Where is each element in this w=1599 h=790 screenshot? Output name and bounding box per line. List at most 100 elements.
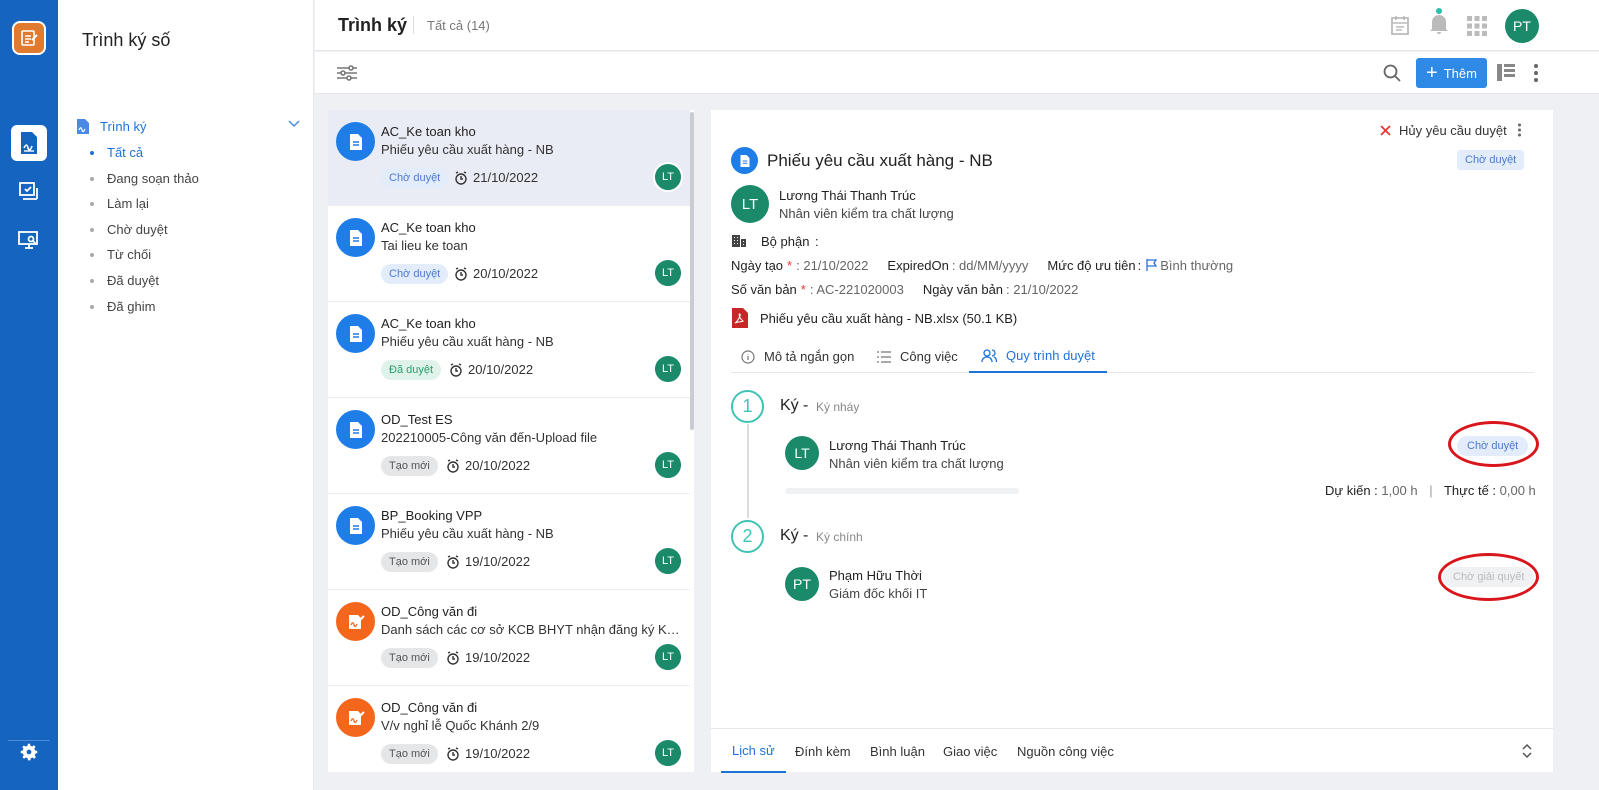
- nav-group-label: Trình ký: [100, 118, 147, 134]
- tab-approval-workflow[interactable]: Quy trình duyệt: [969, 340, 1107, 373]
- list-item[interactable]: OD_Công văn đi Danh sách các cơ sở KCB B…: [328, 590, 690, 686]
- list-item[interactable]: AC_Ke toan kho Phiếu yêu cầu xuất hàng -…: [328, 110, 690, 206]
- nav-item-da-duyet[interactable]: Đã duyệt: [88, 270, 199, 296]
- avatar: LT: [653, 642, 683, 672]
- status-badge: Chờ duyệt: [381, 168, 449, 188]
- list-item-code: AC_Ke toan kho: [381, 220, 476, 235]
- attachment-link[interactable]: Phiếu yêu cầu xuất hàng - NB.xlsx (50.1 …: [731, 307, 1017, 329]
- sign-document-icon: [336, 602, 375, 641]
- list-item[interactable]: BP_Booking VPP Phiếu yêu cầu xuất hàng -…: [328, 494, 690, 590]
- approver-name: Phạm Hữu Thời: [829, 568, 922, 583]
- filter-sliders-icon[interactable]: [337, 65, 357, 81]
- user-avatar[interactable]: PT: [1505, 9, 1539, 43]
- list-item-title: Tai lieu ke toan: [381, 238, 468, 253]
- flag-icon: [1146, 259, 1158, 271]
- alarm-clock-icon: [455, 266, 467, 281]
- list-item[interactable]: OD_Test ES 202210005-Công văn đến-Upload…: [328, 398, 690, 494]
- priority-value: Bình thường: [1160, 258, 1234, 273]
- module-title: Trình ký số: [82, 30, 171, 50]
- list-item-code: OD_Công văn đi: [381, 700, 478, 715]
- alarm-clock-icon: [447, 746, 459, 761]
- list-item-date: 20/10/2022: [446, 458, 530, 473]
- step-connector: [747, 424, 749, 518]
- nav-items: Tất cả Đang soạn thảo Làm lại Chờ duyệt …: [88, 142, 199, 321]
- alarm-clock-icon: [447, 458, 459, 473]
- signing-module-icon[interactable]: [11, 125, 47, 161]
- nav-item-cho-duyet[interactable]: Chờ duyệt: [88, 219, 199, 245]
- users-icon: [981, 348, 997, 362]
- view-toggle-icon[interactable]: [1497, 64, 1515, 81]
- alarm-clock-icon: [447, 554, 459, 569]
- list-icon: [877, 350, 891, 363]
- step-title: Ký: [780, 527, 799, 544]
- cancel-request-button[interactable]: Hủy yêu cầu duyệt: [1380, 123, 1507, 138]
- monitor-module-icon[interactable]: [11, 222, 47, 258]
- creator-avatar: LT: [731, 185, 769, 223]
- docno-label: Số văn bản: [731, 282, 797, 297]
- step-subtitle: Ký chính: [816, 530, 863, 544]
- tab-task-source[interactable]: Nguồn công việc: [1017, 729, 1114, 773]
- settings-gear-icon[interactable]: [11, 734, 47, 770]
- building-icon: [732, 235, 746, 247]
- detail-more-icon[interactable]: [1517, 123, 1522, 137]
- approval-module-icon[interactable]: [11, 174, 47, 210]
- docno-value: : AC-221020003: [809, 282, 904, 297]
- avatar: LT: [653, 258, 683, 288]
- dept-value: :: [815, 234, 819, 249]
- notification-bell-icon[interactable]: [1428, 8, 1450, 36]
- approver-avatar: LT: [785, 436, 819, 470]
- list-item-title: Phiếu yêu cầu xuất hàng - NB: [381, 142, 554, 157]
- list-item-date: 21/10/2022: [454, 170, 538, 185]
- nav-item-lam-lai[interactable]: Làm lại: [88, 193, 199, 219]
- apps-grid-icon[interactable]: [1467, 16, 1487, 36]
- nav-item-da-ghim[interactable]: Đã ghim: [88, 296, 199, 322]
- expand-collapse-icon[interactable]: [1521, 743, 1533, 759]
- created-value: : 21/10/2022: [796, 258, 869, 273]
- list-item[interactable]: AC_Ke toan kho Phiếu yêu cầu xuất hàng -…: [328, 302, 690, 398]
- document-list: AC_Ke toan kho Phiếu yêu cầu xuất hàng -…: [328, 110, 694, 772]
- nav-group-trinh-ky[interactable]: Trình ký: [76, 116, 306, 136]
- document-icon: [336, 506, 375, 545]
- tab-attachments[interactable]: Đính kèm: [795, 729, 851, 773]
- more-vertical-icon[interactable]: [1533, 64, 1539, 82]
- creator-name: Lương Thái Thanh Trúc: [779, 188, 916, 203]
- highlight-circle: [1448, 421, 1539, 467]
- app-logo[interactable]: [12, 21, 46, 55]
- list-item[interactable]: OD_Công văn đi V/v nghỉ lễ Quốc Khánh 2/…: [328, 686, 690, 772]
- progress-bar: [785, 488, 1019, 494]
- info-icon: [741, 349, 755, 364]
- pdf-file-icon: [732, 308, 748, 328]
- required-mark: *: [800, 282, 806, 297]
- list-scrollbar[interactable]: [690, 112, 694, 430]
- calendar-icon[interactable]: [1390, 14, 1410, 36]
- tab-tasks[interactable]: Công việc: [877, 340, 958, 373]
- alarm-clock-icon: [450, 362, 462, 377]
- nav-item-tat-ca[interactable]: Tất cả: [88, 142, 199, 168]
- list-item-code: AC_Ke toan kho: [381, 316, 476, 331]
- nav-item-dang-soan-thao[interactable]: Đang soạn thảo: [88, 168, 199, 194]
- document-icon: [731, 147, 758, 174]
- status-badge: Tạo mới: [381, 744, 438, 764]
- title-divider: [413, 16, 414, 34]
- tab-short-description[interactable]: Mô tả ngắn gọn: [741, 340, 854, 373]
- list-item-title: Phiếu yêu cầu xuất hàng - NB: [381, 334, 554, 349]
- nav-item-tu-choi[interactable]: Từ chối: [88, 244, 199, 270]
- tab-assign-task[interactable]: Giao việc: [943, 729, 997, 773]
- tab-comments[interactable]: Bình luận: [870, 729, 925, 773]
- created-label: Ngày tạo: [731, 258, 784, 273]
- list-item-title: 202210005-Công văn đến-Upload file: [381, 430, 598, 445]
- plus-icon: +: [1426, 62, 1438, 84]
- list-item-date: 19/10/2022: [446, 554, 530, 569]
- detail-tabs: Mô tả ngắn gọn Công việc Quy trình duyệt: [731, 340, 1534, 373]
- chevron-down-icon[interactable]: [288, 120, 300, 128]
- close-icon: [1380, 125, 1391, 136]
- list-item[interactable]: AC_Ke toan kho Tai lieu ke toan Chờ duyệ…: [328, 206, 690, 302]
- avatar: LT: [653, 450, 683, 480]
- avatar: LT: [653, 162, 683, 192]
- document-icon: [336, 218, 375, 257]
- add-button[interactable]: + Thêm: [1416, 58, 1487, 88]
- required-mark: *: [787, 258, 793, 273]
- tab-history[interactable]: Lịch sử: [721, 729, 786, 773]
- expired-value: : dd/MM/yyyy: [951, 258, 1029, 273]
- search-icon[interactable]: [1383, 64, 1401, 82]
